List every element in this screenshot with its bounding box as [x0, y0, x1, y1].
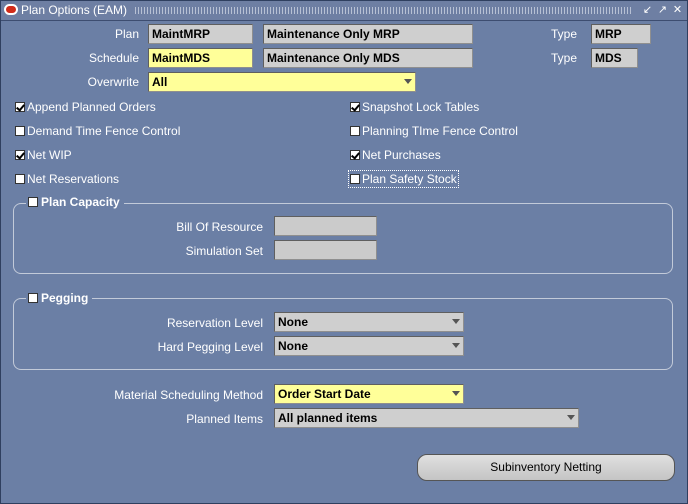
reservation-level-value: None	[278, 315, 308, 329]
planning-time-fence-checkbox[interactable]: Planning TIme Fence Control	[350, 124, 518, 138]
chevron-down-icon	[452, 391, 460, 396]
material-scheduling-select[interactable]: Order Start Date	[274, 384, 464, 404]
schedule-description-field[interactable]: Maintenance Only MDS	[263, 48, 473, 68]
simulation-set-field[interactable]	[274, 240, 377, 260]
overwrite-value: All	[152, 75, 168, 89]
reservation-level-select[interactable]: None	[274, 312, 464, 332]
simulation-set-label: Simulation Set	[185, 244, 263, 258]
planned-items-label: Planned Items	[186, 412, 263, 426]
planning-time-fence-label: Planning TIme Fence Control	[362, 124, 518, 138]
plan-description-field[interactable]: Maintenance Only MRP	[263, 24, 473, 44]
minimize-icon[interactable]: ↙	[641, 4, 654, 17]
net-reservations-checkbox[interactable]: Net Reservations	[15, 172, 119, 186]
reservation-level-label: Reservation Level	[166, 316, 263, 330]
snapshot-lock-tables-label: Snapshot Lock Tables	[362, 100, 480, 114]
oracle-logo-icon	[4, 4, 18, 15]
net-wip-checkbox[interactable]: Net WIP	[15, 148, 72, 162]
net-reservations-label: Net Reservations	[27, 172, 120, 186]
chevron-down-icon	[452, 319, 460, 324]
checkbox-unchecked-icon	[350, 174, 360, 184]
plan-safety-stock-checkbox[interactable]: Plan Safety Stock	[348, 170, 459, 188]
schedule-type-label: Type	[551, 51, 578, 65]
demand-time-fence-checkbox[interactable]: Demand Time Fence Control	[15, 124, 180, 138]
checkbox-checked-icon	[15, 102, 25, 112]
append-planned-orders-label: Append Planned Orders	[27, 100, 156, 114]
net-purchases-checkbox[interactable]: Net Purchases	[350, 148, 441, 162]
hard-pegging-level-select[interactable]: None	[274, 336, 464, 356]
pegging-title: Pegging	[41, 291, 89, 305]
chevron-down-icon	[567, 415, 575, 420]
net-wip-label: Net WIP	[27, 148, 72, 162]
checkbox-unchecked-icon	[28, 293, 38, 303]
title-bar[interactable]: Plan Options (EAM) ↙ ↗ ✕	[1, 1, 687, 21]
subinventory-netting-button[interactable]: Subinventory Netting	[417, 454, 675, 481]
checkbox-unchecked-icon	[28, 197, 38, 207]
hard-pegging-level-value: None	[278, 339, 308, 353]
hard-pegging-level-label: Hard Pegging Level	[157, 340, 263, 354]
pegging-group	[13, 298, 673, 370]
chevron-down-icon	[404, 79, 412, 84]
demand-time-fence-label: Demand Time Fence Control	[27, 124, 181, 138]
planned-items-select[interactable]: All planned items	[274, 408, 579, 428]
append-planned-orders-checkbox[interactable]: Append Planned Orders	[15, 100, 156, 114]
plan-label: Plan	[114, 27, 139, 41]
maximize-icon[interactable]: ↗	[656, 4, 669, 17]
checkbox-checked-icon	[350, 150, 360, 160]
plan-capacity-group	[13, 203, 673, 274]
checkbox-unchecked-icon	[350, 126, 360, 136]
window-title: Plan Options (EAM)	[21, 3, 128, 17]
bill-of-resource-label: Bill Of Resource	[176, 220, 263, 234]
plan-options-window: Plan Options (EAM) ↙ ↗ ✕ Plan MaintMRP M…	[0, 0, 688, 504]
overwrite-label: Overwrite	[87, 75, 139, 89]
material-scheduling-label: Material Scheduling Method	[114, 388, 263, 402]
planned-items-value: All planned items	[278, 411, 378, 425]
title-bar-grip	[135, 7, 633, 14]
chevron-down-icon	[452, 343, 460, 348]
checkbox-unchecked-icon	[15, 174, 25, 184]
plan-capacity-title: Plan Capacity	[41, 195, 120, 209]
plan-type-label: Type	[551, 27, 578, 41]
plan-safety-stock-label: Plan Safety Stock	[362, 172, 457, 186]
schedule-label: Schedule	[88, 51, 139, 65]
plan-type-field[interactable]: MRP	[591, 24, 651, 44]
overwrite-select[interactable]: All	[148, 72, 416, 92]
schedule-type-field[interactable]: MDS	[591, 48, 638, 68]
material-scheduling-value: Order Start Date	[278, 387, 371, 401]
schedule-field[interactable]: MaintMDS	[148, 48, 253, 68]
checkbox-unchecked-icon	[15, 126, 25, 136]
checkbox-checked-icon	[15, 150, 25, 160]
checkbox-checked-icon	[350, 102, 360, 112]
pegging-checkbox[interactable]: Pegging	[26, 291, 93, 305]
bill-of-resource-field[interactable]	[274, 216, 377, 236]
close-icon[interactable]: ✕	[671, 4, 684, 17]
snapshot-lock-tables-checkbox[interactable]: Snapshot Lock Tables	[350, 100, 479, 114]
plan-capacity-checkbox[interactable]: Plan Capacity	[26, 195, 124, 209]
net-purchases-label: Net Purchases	[362, 148, 441, 162]
plan-field[interactable]: MaintMRP	[148, 24, 253, 44]
